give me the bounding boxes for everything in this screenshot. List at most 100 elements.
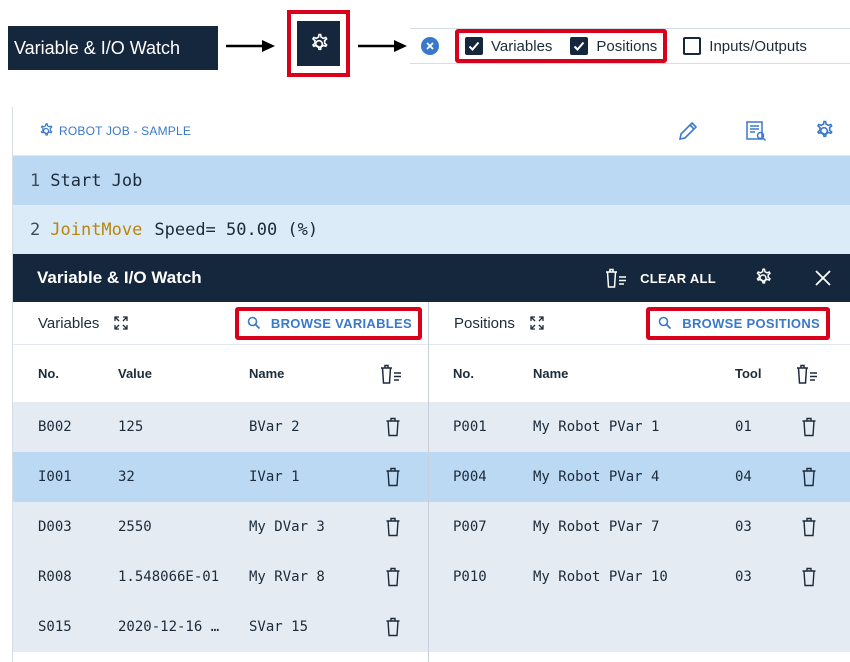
arrow-right-icon [226, 40, 275, 52]
expand-variables-button[interactable] [113, 315, 129, 331]
var-no: R008 [38, 569, 72, 585]
delete-row-button[interactable] [385, 567, 401, 587]
strip-title: Variable & I/O Watch [8, 26, 218, 70]
search-icon [658, 316, 672, 330]
clear-variables-button[interactable] [377, 362, 403, 386]
line-keyword: JointMove [50, 219, 143, 240]
gear-icon [816, 120, 833, 138]
delete-row-button[interactable] [801, 467, 817, 487]
variables-label: Variables [38, 314, 100, 332]
var-value: 2020-12-16 … [118, 619, 220, 635]
table-row[interactable]: P004 My Robot PVar 4 04 [429, 452, 850, 502]
delete-row-button[interactable] [385, 417, 401, 437]
pos-name: My Robot PVar 1 [533, 419, 660, 435]
positions-column: Positions BROWSE POSITIONS No. Name Tool… [429, 302, 850, 662]
clear-positions-button[interactable] [793, 362, 819, 386]
pos-no: P004 [453, 469, 487, 485]
job-line-2[interactable]: 2 JointMove Speed= 50.00 (%) [13, 205, 850, 254]
column-header-no: No. [453, 366, 474, 381]
var-value: 125 [118, 419, 144, 435]
close-icon [815, 270, 831, 286]
close-watch-button[interactable] [814, 269, 832, 287]
var-no: S015 [38, 619, 72, 635]
positions-label: Positions [454, 314, 515, 332]
variables-subheader: Variables BROWSE VARIABLES [13, 302, 428, 345]
table-row[interactable]: D003 2550 My DVar 3 [13, 502, 428, 552]
line-number: 1 [30, 170, 41, 191]
column-header-name: Name [249, 366, 285, 381]
var-value: 1.548066E-01 [118, 569, 220, 585]
table-row[interactable]: I001 32 IVar 1 [13, 452, 428, 502]
job-header: ROBOT JOB - SAMPLE [13, 107, 850, 156]
filter-positions-checkbox[interactable]: Positions [570, 37, 657, 55]
job-line-1[interactable]: 1 Start Job [13, 156, 850, 205]
trash-icon [802, 567, 816, 587]
table-row[interactable]: S015 2020-12-16 … SVar 15 [13, 602, 428, 652]
gear-icon [40, 123, 53, 136]
delete-row-button[interactable] [801, 567, 817, 587]
pos-tool: 03 [735, 569, 752, 585]
arrow-right-icon [358, 40, 407, 52]
watch-filter-bar: Variables Positions Inputs/Outputs [410, 28, 850, 64]
table-row[interactable]: B002 125 BVar 2 [13, 402, 428, 452]
pos-no: P010 [453, 569, 487, 585]
watch-columns: Variables BROWSE VARIABLES No. Value Nam… [13, 302, 850, 662]
edit-job-button[interactable] [676, 119, 700, 143]
browse-variables-button[interactable]: BROWSE VARIABLES [234, 306, 422, 340]
job-settings-button[interactable] [812, 119, 836, 143]
pos-tool: 03 [735, 519, 752, 535]
line-text: Speed= 50.00 (%) [154, 219, 319, 240]
trash-icon [386, 567, 400, 587]
trash-list-icon [606, 268, 627, 288]
var-no: D003 [38, 519, 72, 535]
expand-positions-button[interactable] [529, 315, 545, 331]
clear-all-button[interactable]: CLEAR ALL [602, 266, 716, 290]
table-row[interactable]: P001 My Robot PVar 1 01 [429, 402, 850, 452]
checkbox-unchecked-icon [683, 37, 702, 55]
trash-icon [386, 517, 400, 537]
table-row[interactable]: R008 1.548066E-01 My RVar 8 [13, 552, 428, 602]
table-row[interactable]: P007 My Robot PVar 7 03 [429, 502, 850, 552]
browse-positions-button[interactable]: BROWSE POSITIONS [646, 306, 830, 340]
delete-row-button[interactable] [385, 467, 401, 487]
clear-all-label: CLEAR ALL [640, 270, 716, 286]
pos-no: P001 [453, 419, 487, 435]
settings-button[interactable] [297, 21, 340, 66]
expand-icon [114, 316, 129, 330]
checkbox-checked-icon [465, 37, 483, 55]
var-name: SVar 15 [249, 619, 309, 635]
document-search-icon [746, 121, 767, 142]
filter-io-checkbox[interactable]: Inputs/Outputs [683, 37, 807, 55]
delete-row-button[interactable] [801, 517, 817, 537]
trash-list-icon [797, 364, 817, 384]
pos-no: P007 [453, 519, 487, 535]
table-row[interactable]: P010 My Robot PVar 10 03 [429, 552, 850, 602]
job-title: ROBOT JOB - SAMPLE [59, 124, 192, 138]
watch-header: Variable & I/O Watch CLEAR ALL [13, 254, 850, 302]
pos-name: My Robot PVar 10 [533, 569, 668, 585]
line-number: 2 [30, 219, 41, 240]
clear-filter-icon[interactable] [421, 37, 439, 55]
var-value: 2550 [118, 519, 152, 535]
delete-row-button[interactable] [801, 417, 817, 437]
var-name: IVar 1 [249, 469, 300, 485]
positions-subheader: Positions BROWSE POSITIONS [429, 302, 850, 345]
delete-row-button[interactable] [385, 617, 401, 637]
settings-button-callout[interactable] [287, 10, 350, 77]
trash-icon [386, 617, 400, 637]
var-name: My DVar 3 [249, 519, 325, 535]
job-panel: ROBOT JOB - SAMPLE 1 Start Job 2 JointMo… [12, 107, 850, 662]
column-header-tool: Tool [735, 366, 762, 381]
delete-row-button[interactable] [385, 517, 401, 537]
job-search-button[interactable] [744, 119, 768, 143]
watch-settings-button[interactable] [752, 267, 774, 289]
trash-icon [386, 467, 400, 487]
trash-icon [802, 467, 816, 487]
variables-column: Variables BROWSE VARIABLES No. Value Nam… [13, 302, 429, 662]
filter-variables-label: Variables [491, 37, 553, 55]
search-icon [247, 316, 261, 330]
positions-table-header: No. Name Tool [429, 345, 850, 402]
column-header-value: Value [118, 366, 152, 381]
filter-variables-checkbox[interactable]: Variables [465, 37, 552, 55]
table-row-empty [429, 602, 850, 652]
